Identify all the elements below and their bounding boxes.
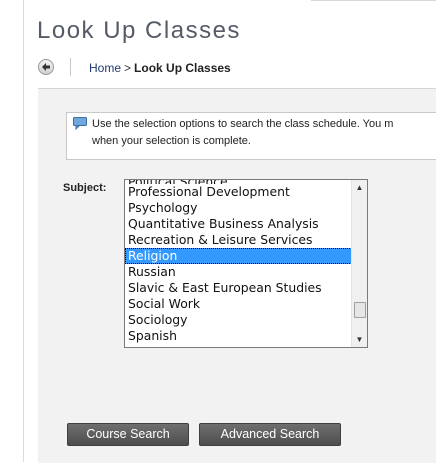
subject-option[interactable]: Social Work <box>125 296 352 312</box>
info-text: Use the selection options to search the … <box>92 116 436 150</box>
subject-option[interactable]: Professional Development <box>125 184 352 200</box>
subject-option[interactable]: Psychology <box>125 200 352 216</box>
breadcrumb-divider <box>70 58 71 76</box>
scroll-down-arrow-icon[interactable]: ▼ <box>352 332 367 347</box>
info-speech-bubble-icon <box>73 117 87 130</box>
subject-options: Political Science Professional Developme… <box>125 180 352 344</box>
scroll-up-arrow-icon[interactable]: ▲ <box>352 180 367 195</box>
subject-option[interactable]: Sociology <box>125 312 352 328</box>
back-arrow-icon <box>42 63 50 71</box>
course-search-button[interactable]: Course Search <box>67 423 189 446</box>
subject-option-selected[interactable]: Religion <box>125 248 352 264</box>
subject-listbox[interactable]: Political Science Professional Developme… <box>124 179 368 348</box>
subject-option[interactable]: Recreation & Leisure Services <box>125 232 352 248</box>
page-title: Look Up Classes <box>37 17 241 44</box>
subject-option[interactable]: Quantitative Business Analysis <box>125 216 352 232</box>
subject-option[interactable]: Russian <box>125 264 352 280</box>
subject-option[interactable]: Slavic & East European Studies <box>125 280 352 296</box>
advanced-search-button[interactable]: Advanced Search <box>199 423 341 446</box>
breadcrumb-separator: > <box>124 61 132 75</box>
info-text-line-1: Use the selection options to search the … <box>92 118 394 130</box>
breadcrumb-home-link[interactable]: Home <box>89 61 121 75</box>
listbox-scrollbar[interactable]: ▲ ▼ <box>351 180 367 347</box>
scroll-thumb[interactable] <box>354 302 366 318</box>
breadcrumb: Home > Look Up Classes <box>89 61 231 75</box>
info-text-line-2: when your selection is complete. <box>92 135 251 147</box>
back-button[interactable] <box>38 59 54 75</box>
subject-label: Subject: <box>63 182 107 194</box>
breadcrumb-current: Look Up Classes <box>134 61 231 75</box>
subject-option[interactable]: Spanish <box>125 328 352 344</box>
